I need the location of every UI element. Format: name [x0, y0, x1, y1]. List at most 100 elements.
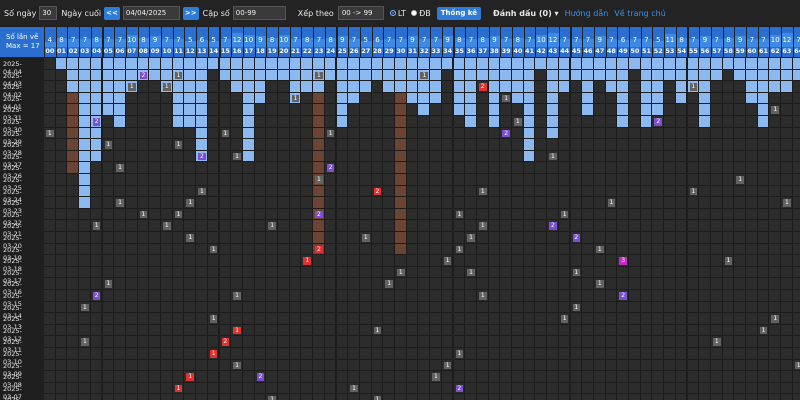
grid-cell[interactable]	[664, 243, 676, 256]
grid-cell[interactable]	[617, 232, 629, 244]
stats-button[interactable]: Thống kê	[436, 6, 481, 20]
grid-cell[interactable]	[699, 243, 711, 256]
grid-cell[interactable]	[593, 58, 606, 70]
grid-cell[interactable]	[289, 185, 302, 198]
grid-cell[interactable]	[102, 150, 115, 163]
grid-cell[interactable]	[161, 197, 173, 209]
grid-cell[interactable]	[324, 382, 337, 395]
grid-cell[interactable]	[593, 220, 606, 232]
column-number[interactable]: 44	[559, 47, 571, 55]
grid-cell[interactable]	[582, 243, 594, 256]
hit-badge[interactable]: 2	[198, 152, 206, 161]
grid-cell[interactable]	[617, 324, 629, 337]
grid-cell[interactable]	[242, 208, 255, 221]
grid-cell[interactable]	[55, 92, 68, 105]
grid-cell[interactable]	[184, 243, 197, 256]
grid-cell[interactable]	[406, 313, 419, 325]
grid-cell[interactable]	[79, 104, 91, 116]
grid-cell[interactable]	[114, 255, 126, 267]
grid-cell[interactable]	[699, 371, 711, 383]
grid-cell[interactable]	[289, 301, 302, 314]
grid-cell[interactable]	[172, 394, 185, 400]
grid-cell[interactable]	[313, 324, 325, 337]
grid-cell[interactable]	[359, 174, 372, 186]
grid-cell[interactable]	[184, 174, 197, 186]
grid-cell[interactable]	[465, 104, 477, 116]
grid-cell[interactable]	[289, 255, 302, 267]
grid-cell[interactable]	[476, 243, 489, 256]
grid-cell[interactable]	[125, 243, 138, 256]
grid-cell[interactable]	[488, 359, 501, 372]
grid-cell[interactable]	[324, 301, 337, 314]
grid-cell[interactable]	[359, 313, 372, 325]
grid-cell[interactable]	[324, 232, 337, 244]
grid-cell[interactable]	[184, 313, 197, 325]
grid-cell[interactable]	[476, 139, 489, 151]
grid-cell[interactable]	[465, 255, 477, 267]
grid-cell[interactable]	[383, 174, 395, 186]
grid-cell[interactable]	[196, 116, 208, 128]
grid-cell[interactable]	[605, 162, 618, 174]
grid-cell[interactable]	[313, 313, 325, 325]
grid-cell[interactable]	[67, 220, 80, 232]
grid-cell[interactable]	[348, 278, 360, 290]
grid-cell[interactable]	[278, 232, 290, 244]
grid-cell[interactable]	[547, 92, 559, 105]
grid-cell[interactable]	[149, 81, 161, 93]
grid-cell[interactable]	[640, 359, 653, 372]
grid-cell[interactable]	[535, 232, 548, 244]
grid-cell[interactable]	[441, 382, 454, 395]
grid-cell[interactable]	[67, 58, 80, 70]
grid-cell[interactable]	[769, 371, 782, 383]
grid-cell[interactable]	[593, 290, 606, 302]
grid-cell[interactable]	[348, 174, 360, 186]
grid-cell[interactable]	[441, 81, 454, 93]
grid-cell[interactable]	[640, 139, 653, 151]
grid-cell[interactable]	[734, 208, 746, 221]
grid-cell[interactable]	[746, 150, 758, 163]
grid-cell[interactable]	[547, 139, 559, 151]
grid-cell[interactable]	[535, 255, 548, 267]
grid-cell[interactable]	[640, 243, 653, 256]
grid-cell[interactable]	[441, 197, 454, 209]
column-number[interactable]: 27	[360, 47, 372, 55]
pair-input[interactable]: 00-99	[232, 6, 286, 20]
grid-cell[interactable]	[172, 348, 185, 360]
grid-cell[interactable]	[196, 104, 208, 116]
grid-cell[interactable]	[336, 371, 349, 383]
grid-cell[interactable]	[184, 69, 197, 82]
grid-cell[interactable]	[55, 127, 68, 140]
grid-cell[interactable]	[453, 174, 466, 186]
grid-cell[interactable]	[359, 255, 372, 267]
grid-cell[interactable]	[219, 150, 232, 163]
grid-cell[interactable]	[769, 58, 782, 70]
grid-cell[interactable]	[453, 220, 466, 232]
grid-cell[interactable]	[383, 220, 395, 232]
grid-cell[interactable]	[652, 382, 665, 395]
grid-cell[interactable]	[359, 185, 372, 198]
grid-cell[interactable]	[44, 336, 56, 348]
grid-cell[interactable]	[406, 197, 419, 209]
grid-cell[interactable]	[79, 127, 91, 140]
grid-cell[interactable]	[184, 104, 197, 116]
grid-cell[interactable]	[629, 116, 641, 128]
grid-cell[interactable]	[617, 301, 629, 314]
grid-cell[interactable]	[242, 232, 255, 244]
grid-cell[interactable]	[266, 243, 278, 256]
grid-cell[interactable]	[722, 266, 735, 279]
grid-cell[interactable]	[184, 81, 197, 93]
grid-cell[interactable]	[137, 232, 150, 244]
grid-cell[interactable]	[102, 69, 115, 82]
grid-cell[interactable]	[629, 255, 641, 267]
column-number[interactable]: 33	[430, 47, 442, 55]
grid-cell[interactable]	[617, 197, 629, 209]
grid-cell[interactable]	[430, 243, 442, 256]
grid-cell[interactable]	[207, 104, 220, 116]
hit-badge[interactable]: 1	[104, 280, 113, 288]
grid-cell[interactable]	[55, 69, 68, 82]
grid-cell[interactable]	[67, 232, 80, 244]
grid-cell[interactable]	[90, 208, 103, 221]
grid-cell[interactable]	[278, 324, 290, 337]
grid-cell[interactable]	[371, 278, 384, 290]
grid-cell[interactable]	[172, 197, 185, 209]
